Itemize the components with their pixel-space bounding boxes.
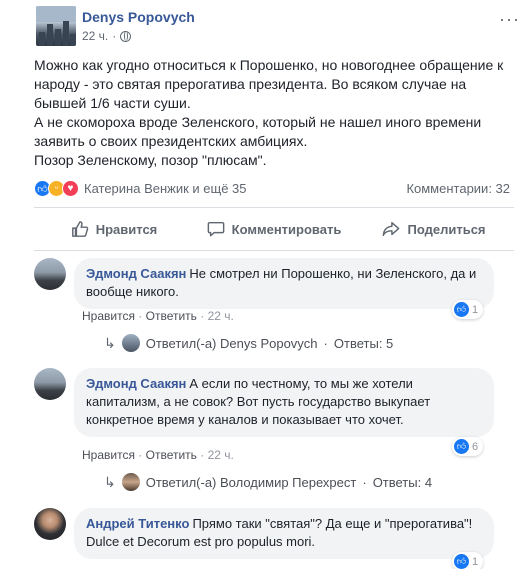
post-header: Denys Popovych 22 ч. · ··· <box>36 4 526 48</box>
divider <box>34 207 514 208</box>
comment-reply-link[interactable]: Ответить <box>146 448 197 462</box>
comment-reaction-count: 1 <box>472 303 479 316</box>
like-reaction-icon: 👍︎ <box>454 302 469 317</box>
comment-reactions[interactable]: 👍︎ 1 <box>452 552 484 569</box>
post-actions-bar: Нравится Комментировать Поделиться <box>34 212 514 246</box>
thumbs-up-icon <box>71 221 88 237</box>
replies-count: Ответы: 5 <box>333 335 394 351</box>
more-options-button[interactable]: ··· <box>499 9 520 30</box>
like-button[interactable]: Нравится <box>34 212 194 246</box>
post-paragraph: Можно как угодно относиться к Порошенко,… <box>34 57 504 111</box>
like-label: Нравится <box>95 221 158 237</box>
replies-by: Ответил(-а) Володимир Перехрест <box>145 474 357 490</box>
comment-button[interactable]: Комментировать <box>194 212 354 246</box>
comment-reaction-count: 1 <box>472 555 479 568</box>
commenter-avatar[interactable] <box>34 508 66 540</box>
comment-reaction-count: 6 <box>472 440 479 453</box>
comment-reactions[interactable]: 👍︎ 6 <box>452 437 484 456</box>
post-time[interactable]: 22 ч. <box>82 29 108 43</box>
replies-count: Ответы: 4 <box>372 474 433 490</box>
comment-item: Эдмонд Саакян Не смотрел ни Порошенко, ни… <box>34 258 514 323</box>
view-replies-link[interactable]: ↳ Ответил(-а) Denys Popovych · Ответы: 5 <box>104 334 393 352</box>
comment-like-link[interactable]: Нравится <box>82 448 135 462</box>
commenter-avatar[interactable] <box>34 258 66 290</box>
reply-arrow-icon: ↳ <box>104 473 116 490</box>
comment-item: Эдмонд Саакян А если по честному, то мы ж… <box>34 368 514 464</box>
post-paragraph: А не скомороха вроде Зеленского, который… <box>34 114 482 149</box>
comment-label: Комментировать <box>231 221 342 237</box>
commenter-avatar[interactable] <box>34 368 66 400</box>
author-avatar[interactable] <box>36 6 76 46</box>
like-reaction-icon: 👍︎ <box>454 439 469 454</box>
comment-bubble: Эдмонд Саакян Не смотрел ни Порошенко, ни… <box>74 258 494 309</box>
reactors-text[interactable]: Катерина Венжик и ещё 35 <box>84 181 247 196</box>
comment-item: Андрей Титенко Прямо таки "святая"? Да ещ… <box>34 508 514 569</box>
divider <box>34 250 514 251</box>
view-replies-link[interactable]: ↳ Ответил(-а) Володимир Перехрест · Отве… <box>104 473 432 491</box>
comments-count[interactable]: Комментарии: 32 <box>406 181 510 196</box>
like-reaction-icon: 👍︎ <box>454 554 469 569</box>
comment-author[interactable]: Эдмонд Саакян <box>86 266 186 281</box>
comment-author[interactable]: Андрей Титенко <box>86 516 189 531</box>
globe-icon <box>120 30 132 42</box>
love-reaction-icon: ♥ <box>62 180 79 197</box>
share-button[interactable]: Поделиться <box>354 212 514 246</box>
post-meta: 22 ч. · <box>82 29 132 43</box>
comment-icon <box>207 221 225 237</box>
replies-by: Ответил(-а) Denys Popovych <box>145 335 318 351</box>
share-label: Поделиться <box>407 221 486 237</box>
comment-time[interactable]: 22 ч. <box>208 448 234 462</box>
post-author-name[interactable]: Denys Popovych <box>82 9 195 25</box>
comment-author[interactable]: Эдмонд Саакян <box>86 376 186 391</box>
comment-actions: Нравится · Ответить · 22 ч. <box>82 448 234 462</box>
reaction-icons[interactable]: 👍︎ ᵕ ♥ <box>34 180 79 197</box>
comment-bubble: Эдмонд Саакян А если по честному, то мы ж… <box>74 368 494 437</box>
replier-avatar <box>121 473 140 491</box>
comment-bubble: Андрей Титенко Прямо таки "святая"? Да ещ… <box>74 508 494 559</box>
reactions-summary: 👍︎ ᵕ ♥ Катерина Венжик и ещё 35 Коммента… <box>34 179 514 199</box>
reply-arrow-icon: ↳ <box>104 334 116 351</box>
comment-like-link[interactable]: Нравится <box>82 309 135 323</box>
post-paragraph: Позор Зеленскому, позор "плюсам". <box>34 152 267 168</box>
comment-reply-link[interactable]: Ответить <box>146 309 197 323</box>
comment-reactions[interactable]: 👍︎ 1 <box>452 300 484 319</box>
share-icon <box>383 221 400 237</box>
comment-actions: Нравится · Ответить · 22 ч. <box>82 309 234 323</box>
comment-time[interactable]: 22 ч. <box>208 309 234 323</box>
post-text: Можно как угодно относиться к Порошенко,… <box>34 56 514 170</box>
replier-avatar <box>121 334 140 352</box>
